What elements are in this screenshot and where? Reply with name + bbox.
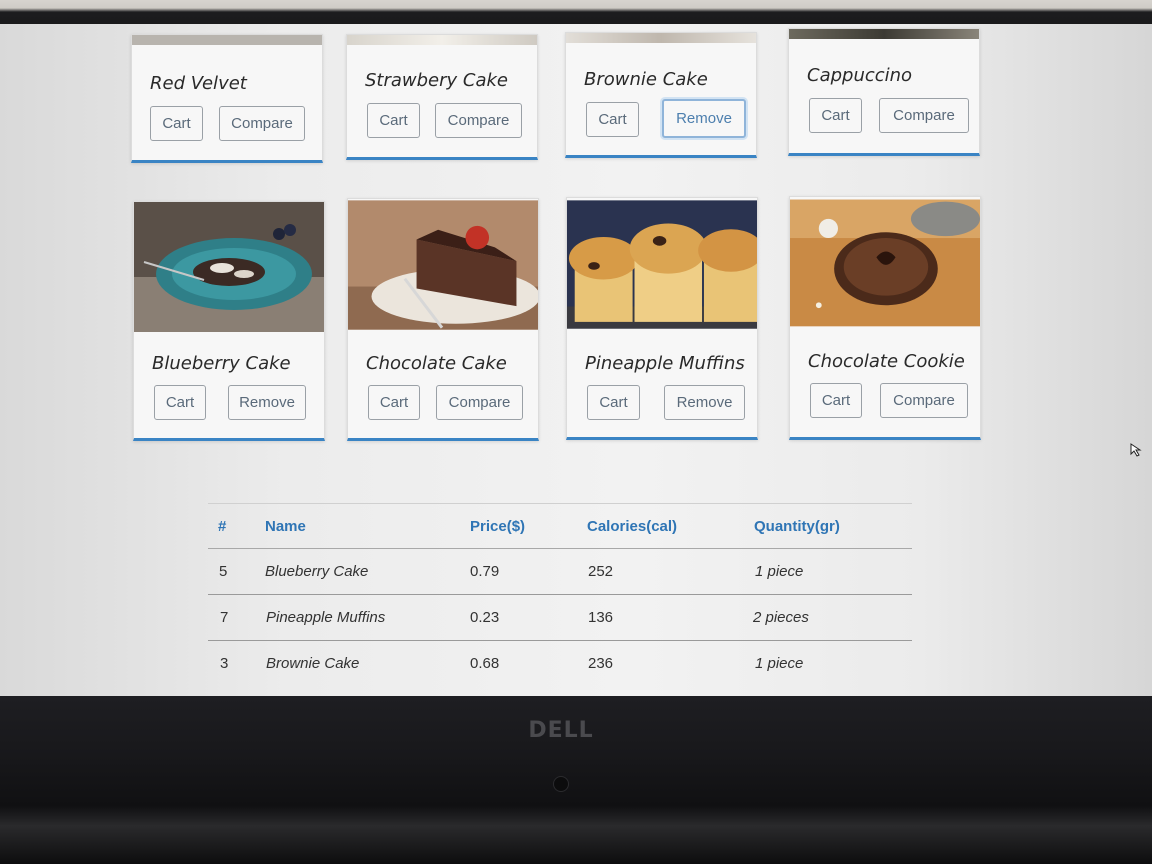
header-price: Price($)	[470, 518, 526, 535]
product-title: Chocolate Cake	[366, 353, 507, 374]
product-card-pineapple-muffins: Pineapple Muffins Cart Remove	[566, 197, 758, 440]
compare-button[interactable]: Compare	[880, 383, 968, 418]
cell-price: 0.23	[470, 609, 500, 626]
cell-quantity: 2 pieces	[753, 609, 809, 626]
product-title: Cappuccino	[807, 65, 913, 86]
header-quantity: Quantity(gr)	[754, 518, 840, 535]
product-card-brownie-cake: Brownie Cake Cart Remove	[565, 32, 757, 158]
product-card-chocolate-cookie: Chocolate Cookie Cart Compare	[789, 196, 981, 440]
remove-button[interactable]: Remove	[662, 99, 746, 138]
cell-index: 3	[220, 655, 229, 672]
product-image	[790, 199, 980, 327]
mouse-cursor-icon	[1130, 443, 1142, 457]
product-title: Pineapple Muffins	[585, 353, 745, 374]
table-header-row: # Name Price($) Calories(cal) Quantity(g…	[208, 503, 912, 549]
remove-button[interactable]: Remove	[228, 385, 306, 420]
cell-calories: 136	[588, 609, 614, 626]
cell-calories: 252	[588, 563, 614, 580]
table-row: 5 Blueberry Cake 0.79 252 1 piece	[208, 549, 912, 595]
product-image	[348, 200, 538, 330]
compare-button[interactable]: Compare	[879, 98, 969, 133]
cell-index: 5	[219, 563, 228, 580]
product-title: Chocolate Cookie	[808, 351, 965, 372]
cell-price: 0.68	[470, 655, 500, 672]
header-calories: Calories(cal)	[587, 518, 678, 535]
cart-button[interactable]: Cart	[150, 106, 203, 141]
table-row: 3 Brownie Cake 0.68 236 1 piece	[208, 641, 912, 687]
cart-button[interactable]: Cart	[587, 385, 640, 420]
product-title: Blueberry Cake	[152, 353, 291, 374]
product-title: Brownie Cake	[584, 69, 708, 90]
laptop-brand-logo: DELL	[528, 718, 594, 743]
cart-button[interactable]: Cart	[809, 98, 862, 133]
product-title: Red Velvet	[150, 73, 247, 94]
product-image	[566, 33, 756, 43]
product-image	[134, 202, 324, 332]
compare-button[interactable]: Compare	[219, 106, 305, 141]
cart-button[interactable]: Cart	[154, 385, 206, 420]
cell-name: Pineapple Muffins	[266, 609, 386, 626]
product-image	[789, 29, 979, 39]
cell-calories: 236	[588, 655, 614, 672]
product-card-strawbery-cake: Strawbery Cake Cart Compare	[346, 34, 538, 160]
header-index: #	[218, 518, 227, 535]
product-image	[347, 35, 537, 45]
cell-price: 0.79	[470, 563, 500, 580]
compare-button[interactable]: Compare	[435, 103, 522, 138]
product-card-chocolate-cake: Chocolate Cake Cart Compare	[347, 198, 539, 441]
product-image	[567, 200, 757, 329]
product-card-blueberry-cake: Blueberry Cake Cart Remove	[133, 201, 325, 441]
cell-name: Blueberry Cake	[265, 563, 369, 580]
cart-button[interactable]: Cart	[810, 383, 862, 418]
product-card-red-velvet: Red Velvet Cart Compare	[131, 34, 323, 163]
product-title: Strawbery Cake	[365, 70, 509, 91]
cell-index: 7	[220, 609, 229, 626]
cart-button[interactable]: Cart	[586, 102, 639, 137]
remove-button[interactable]: Remove	[664, 385, 745, 420]
cell-quantity: 1 piece	[755, 655, 804, 672]
cell-name: Brownie Cake	[266, 655, 360, 672]
cell-quantity: 1 piece	[755, 563, 804, 580]
cart-button[interactable]: Cart	[368, 385, 420, 420]
hinge-dot	[553, 776, 569, 792]
compare-button[interactable]: Compare	[436, 385, 523, 420]
table-row: 7 Pineapple Muffins 0.23 136 2 pieces	[208, 595, 912, 641]
product-image	[132, 35, 322, 45]
cart-button[interactable]: Cart	[367, 103, 420, 138]
header-name: Name	[265, 518, 306, 535]
product-card-cappuccino: Cappuccino Cart Compare	[788, 28, 980, 156]
